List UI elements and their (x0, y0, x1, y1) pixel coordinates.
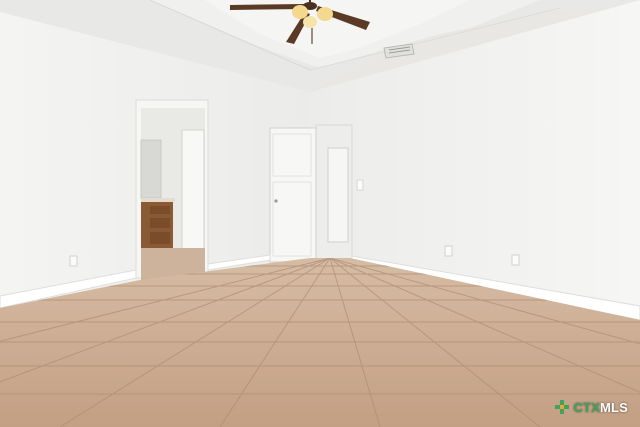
vanity-drawer (150, 232, 170, 244)
bedroom-door[interactable] (269, 127, 317, 263)
watermark-prefix: CTX (573, 399, 600, 415)
door-knob[interactable] (274, 199, 278, 203)
vanity-drawer (150, 218, 170, 228)
watermark-suffix: MLS (599, 399, 628, 415)
light-switch[interactable] (356, 179, 364, 191)
fan-light-icon (292, 5, 308, 19)
closet-door[interactable] (327, 147, 349, 243)
fan-light-icon (303, 16, 317, 28)
vanity-drawer (150, 206, 170, 214)
mls-logo-icon (554, 399, 570, 415)
room-illustration (0, 0, 640, 427)
bathroom-door[interactable] (181, 129, 205, 259)
fan-light-icon (317, 7, 333, 21)
wall-outlet (444, 245, 453, 257)
watermark-text: CTXMLS (573, 400, 628, 415)
wall-outlet (511, 254, 520, 266)
bathroom-mirror (140, 139, 162, 199)
wall-outlet (69, 255, 78, 267)
vanity-countertop (141, 198, 175, 202)
watermark: CTXMLS (554, 399, 628, 415)
room-photo: CTXMLS (0, 0, 640, 427)
